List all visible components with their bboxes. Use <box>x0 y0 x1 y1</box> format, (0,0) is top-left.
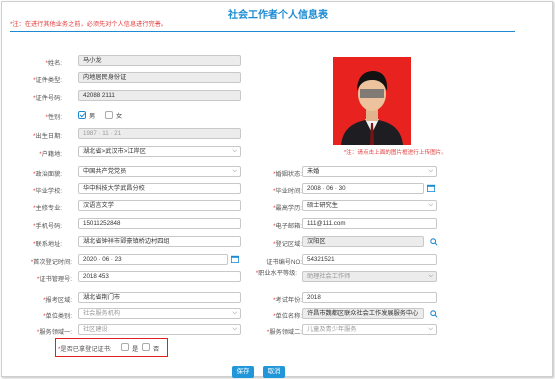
chevron-down-icon: ⌵ <box>428 326 433 332</box>
political-select[interactable]: 中国共产党党员 ⌵ <box>78 166 241 177</box>
level-select[interactable]: 助理社会工作师 ⌵ <box>302 271 437 282</box>
id-type-label: *证件类型: <box>33 77 62 84</box>
unit-name-label: *单位名称: <box>273 313 302 320</box>
hukou-value: 湖北省>武汉市>江岸区 <box>83 148 146 155</box>
chevron-down-icon: ⌵ <box>428 202 433 208</box>
cancel-button[interactable]: 取消 <box>263 366 285 378</box>
address-label: *联系地址: <box>33 241 62 248</box>
level-label: *职业水平等级: <box>255 270 297 277</box>
birthdate-field[interactable]: 1987 · 11 · 21 <box>78 128 241 139</box>
has-cert-yes-checkbox[interactable] <box>121 343 129 351</box>
has-cert-label: *是否已拿登记证书: <box>58 346 112 353</box>
reg-area-label: *登记区域: <box>273 241 302 248</box>
search-icon[interactable] <box>430 310 438 318</box>
top-notice: *注：在进行其他业务之前，必须先对个人信息进行完善。 <box>10 21 168 28</box>
name-field[interactable]: 马小龙 <box>78 55 241 66</box>
gender-female-label: 女 <box>116 113 123 120</box>
cert-number-label: *证书管理号: <box>36 276 72 283</box>
gender-label: *性别: <box>45 114 62 121</box>
chevron-down-icon: ⌵ <box>232 310 237 316</box>
marital-value: 未婚 <box>307 168 320 175</box>
service-area2-value: 儿童及青少年服务 <box>307 326 357 333</box>
grad-time-value: 2008 · 06 · 30 <box>307 185 346 192</box>
grad-time-label: *毕业时间: <box>273 188 302 195</box>
email-label: *电子邮箱: <box>273 223 302 230</box>
has-cert-yes-label: 是 <box>132 346 139 353</box>
id-number-label: *证件号码: <box>33 95 62 102</box>
unit-type-select[interactable]: 社会服务机构 ⌵ <box>78 308 241 319</box>
id-number-field[interactable]: 42088 2111 <box>78 90 241 101</box>
service-area2-label: *服务领域二: <box>266 329 302 336</box>
education-label: *最高学历: <box>273 205 302 212</box>
form-window: 社会工作者个人信息表 *注：在进行其他业务之前，必须先对个人信息进行完善。 *姓… <box>1 1 553 378</box>
has-cert-no-label: 否 <box>153 346 160 353</box>
reg-area-field[interactable]: 汉阳区 <box>302 236 424 247</box>
gender-male-checkbox[interactable] <box>78 111 86 119</box>
id-type-field[interactable]: 内地居民身份证 <box>78 72 241 83</box>
gender-female-checkbox[interactable] <box>105 111 113 119</box>
exam-area-label: *报考区域: <box>43 297 72 304</box>
first-reg-date-label: *首次登记时间: <box>30 259 72 266</box>
exam-time-input[interactable]: 2018 <box>302 292 437 303</box>
portrait-image <box>333 57 411 145</box>
marital-label: *婚姻状态: <box>273 171 302 178</box>
address-input[interactable]: 湖北省钟祥市郢豪镇桥边村四组 <box>78 236 241 247</box>
unit-type-value: 社会服务机构 <box>83 310 121 317</box>
mobile-label: *手机号码: <box>33 223 62 230</box>
save-button[interactable]: 保存 <box>232 366 254 378</box>
level-value: 助理社会工作师 <box>307 273 351 280</box>
chevron-down-icon: ⌵ <box>232 168 237 174</box>
political-value: 中国共产党党员 <box>83 168 127 175</box>
education-value: 硕士研究生 <box>307 202 338 209</box>
marital-select[interactable]: 未婚 ⌵ <box>302 166 437 177</box>
chevron-down-icon: ⌵ <box>428 168 433 174</box>
unit-type-label: *单位类别: <box>43 313 72 320</box>
title-divider <box>10 31 515 32</box>
profile-photo-upload[interactable] <box>333 57 411 145</box>
grad-time-input[interactable]: 2008 · 06 · 30 <box>302 183 435 194</box>
service-area1-select[interactable]: 社区建设 ⌵ <box>78 324 241 335</box>
school-input[interactable]: 华中科技大学武昌分校 <box>78 183 241 194</box>
exam-area-input[interactable]: 湖北省荆门市 <box>78 292 241 303</box>
has-cert-no-checkbox[interactable] <box>142 343 150 351</box>
chevron-down-icon: ⌵ <box>428 273 433 279</box>
service-area1-value: 社区建设 <box>83 326 108 333</box>
chevron-down-icon: ⌵ <box>232 326 237 332</box>
major-label: *主修专业: <box>33 205 62 212</box>
exam-time-label: *考试年份: <box>273 297 302 304</box>
cert-no-label: 证书编号NO: <box>266 259 302 266</box>
service-area2-select[interactable]: 儿童及青少年服务 ⌵ <box>302 324 437 335</box>
unit-name-field[interactable]: 许昌市魏都区联众社会工作发展服务中心 <box>302 308 424 319</box>
first-reg-date-input[interactable]: 2020 · 06 · 23 <box>78 254 239 265</box>
photo-upload-note: *注：请点击上面的图片框进行上传图片。 <box>344 150 447 156</box>
birthdate-label: *出生日期: <box>33 133 62 140</box>
chevron-down-icon: ⌵ <box>232 148 237 154</box>
email-input[interactable]: 111@111.com <box>302 218 437 229</box>
education-select[interactable]: 硕士研究生 ⌵ <box>302 200 437 211</box>
gender-male-label: 男 <box>89 113 96 120</box>
first-reg-date-value: 2020 · 06 · 23 <box>83 256 122 263</box>
calendar-icon[interactable] <box>427 184 435 192</box>
mobile-input[interactable]: 15011252848 <box>78 218 241 229</box>
school-label: *毕业学校: <box>33 188 62 195</box>
calendar-icon[interactable] <box>231 255 239 263</box>
hukou-select[interactable]: 湖北省>武汉市>江岸区 ⌵ <box>78 146 241 157</box>
political-label: *政治面貌: <box>33 171 62 178</box>
name-label: *姓名: <box>45 60 62 67</box>
hukou-label: *户籍地: <box>39 151 62 158</box>
service-area1-label: *服务领域一: <box>36 329 72 336</box>
major-input[interactable]: 汉语言文学 <box>78 200 241 211</box>
search-icon[interactable] <box>430 238 438 246</box>
cert-number-input[interactable]: 2018 453 <box>78 271 241 282</box>
cert-no-input[interactable]: 54321521 <box>302 254 437 265</box>
